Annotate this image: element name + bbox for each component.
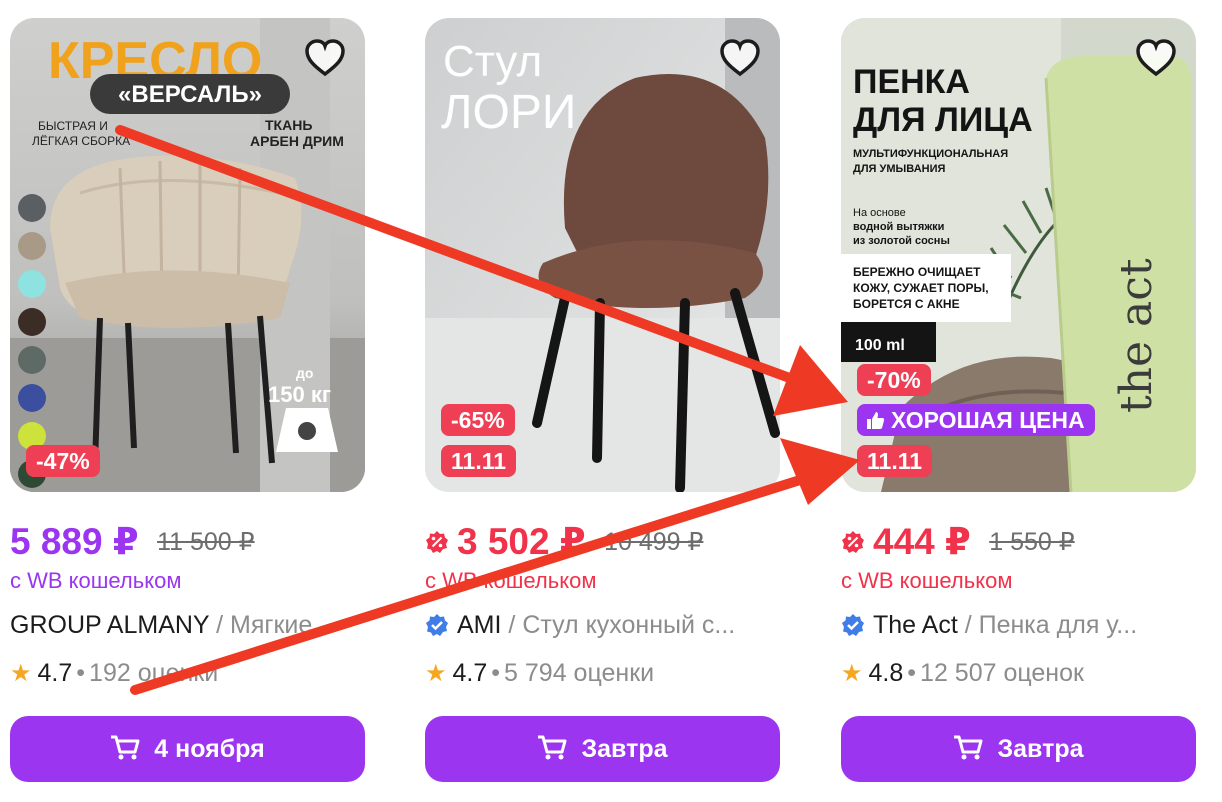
svg-text:МУЛЬТИФУНКЦИОНАЛЬНАЯ: МУЛЬТИФУНКЦИОНАЛЬНАЯ [853,148,1008,160]
discount-badge: -70% [857,364,931,396]
svg-text:ДЛЯ УМЫВАНИЯ: ДЛЯ УМЫВАНИЯ [853,163,945,175]
svg-text:БЕРЕЖНО ОЧИЩАЕТ: БЕРЕЖНО ОЧИЩАЕТ [853,265,981,279]
good-price-badge: ХОРОШАЯ ЦЕНА [857,404,1095,436]
svg-text:ТКАНЬ: ТКАНЬ [265,117,312,133]
svg-text:АРБЕН ДРИМ: АРБЕН ДРИМ [250,133,344,149]
title-separator: / [508,611,516,639]
product-card-1[interactable]: КРЕСЛО «ВЕРСАЛЬ» БЫСТРАЯ И ЛЁГКАЯ СБОРКА… [10,18,365,790]
product-title[interactable]: AMI / Стул кухонный с... [425,608,785,642]
delivery-date: 4 ноября [154,734,265,763]
discount-icon [842,530,864,553]
old-price: 1 550 ₽ [989,527,1075,556]
discount-badge: -65% [441,404,515,436]
discount-badge: -47% [26,445,100,477]
add-to-cart-button[interactable]: Завтра [425,716,780,782]
svg-text:ДЛЯ ЛИЦА: ДЛЯ ЛИЦА [853,101,1033,139]
svg-text:БЫСТРАЯ И: БЫСТРАЯ И [38,119,108,133]
color-swatch[interactable] [18,346,46,374]
current-price: 5 889 ₽ [10,521,139,562]
svg-text:КОЖУ, СУЖАЕТ ПОРЫ,: КОЖУ, СУЖАЕТ ПОРЫ, [853,281,989,295]
rating-row: ★ 4.7 • 5 794 оценки [425,656,654,691]
dot-separator: • [76,659,86,687]
rating-value: 4.7 [37,659,73,687]
current-price: 3 502 ₽ [457,521,586,562]
product-card-2[interactable]: Стул ЛОРИ -65% 11.11 3 502 ₽ 10 499 ₽ с … [425,18,780,790]
sale-event-badge: 11.11 [857,445,933,477]
dot-separator: • [907,659,917,687]
title-separator: / [964,611,972,639]
product-card-3[interactable]: the act ПЕНКА ДЛЯ ЛИЦА МУЛЬТИФУНКЦИОНАЛЬ… [841,18,1196,790]
add-to-cart-button[interactable]: Завтра [841,716,1196,782]
wallet-label: с WB кошельком [10,568,182,593]
armchair-photo: КРЕСЛО «ВЕРСАЛЬ» БЫСТРАЯ И ЛЁГКАЯ СБОРКА… [10,18,365,492]
svg-text:из золотой сосны: из золотой сосны [853,235,950,247]
sale-event-badge: 11.11 [441,445,517,477]
image-title-line2: ЛОРИ [441,86,576,139]
svg-text:100 ml: 100 ml [855,337,905,354]
reviews-count: 12 507 оценок [920,659,1084,687]
product-title[interactable]: GROUP ALMANY / Мягкие [10,608,370,642]
color-swatch[interactable] [18,232,46,260]
svg-text:до: до [296,365,313,381]
color-swatch[interactable] [18,384,46,412]
heart-outline-icon[interactable] [1134,38,1178,78]
reviews-count: 192 оценки [89,659,219,687]
heart-outline-icon[interactable] [718,38,762,78]
star-icon: ★ [425,660,447,687]
thumbs-up-icon [865,406,885,429]
tube-brand-text: the act [1111,258,1162,413]
svg-text:ЛЁГКАЯ СБОРКА: ЛЁГКАЯ СБОРКА [32,134,130,148]
reviews-count: 5 794 оценки [504,659,655,687]
discount-icon [426,530,448,553]
rating-row: ★ 4.8 • 12 507 оценок [841,656,1084,691]
color-swatch[interactable] [18,308,46,336]
svg-text:водной вытяжки: водной вытяжки [853,221,944,233]
product-image-3[interactable]: the act ПЕНКА ДЛЯ ЛИЦА МУЛЬТИФУНКЦИОНАЛЬ… [841,18,1196,492]
price-row: 3 502 ₽ 10 499 ₽ [425,520,780,566]
delivery-date: Завтра [581,734,668,763]
old-price: 10 499 ₽ [604,527,704,556]
product-image-2[interactable]: Стул ЛОРИ -65% 11.11 [425,18,780,492]
product-title[interactable]: The Act / Пенка для у... [841,608,1201,642]
cart-icon [538,735,567,759]
svg-text:БОРЕТСЯ С АКНЕ: БОРЕТСЯ С АКНЕ [853,297,960,311]
price-row: 5 889 ₽ 11 500 ₽ [10,520,365,566]
price-row: 444 ₽ 1 550 ₽ [841,520,1196,566]
svg-text:150 кг: 150 кг [268,382,331,407]
current-price: 444 ₽ [873,521,971,562]
svg-text:ПЕНКА: ПЕНКА [853,63,970,101]
brand-name: GROUP ALMANY [10,611,210,639]
rating-value: 4.8 [868,659,904,687]
star-icon: ★ [10,660,32,687]
star-icon: ★ [841,660,863,687]
wallet-label: с WB кошельком [425,568,597,593]
brand-name: The Act [873,611,958,639]
color-swatch[interactable] [18,194,46,222]
product-image-1[interactable]: КРЕСЛО «ВЕРСАЛЬ» БЫСТРАЯ И ЛЁГКАЯ СБОРКА… [10,18,365,492]
svg-text:На основе: На основе [853,207,906,219]
rating-row: ★ 4.7 • 192 оценки [10,656,218,691]
title-separator: / [216,611,224,639]
heart-outline-icon[interactable] [303,38,347,78]
verified-check-icon [842,614,864,636]
delivery-date: Завтра [997,734,1084,763]
good-price-label: ХОРОШАЯ ЦЕНА [891,407,1085,433]
dot-separator: • [491,659,501,687]
rating-value: 4.7 [452,659,488,687]
old-price: 11 500 ₽ [157,527,255,556]
verified-check-icon [426,614,448,636]
product-name: Мягкие [230,611,313,639]
image-title-line1: Стул [443,37,542,86]
brand-name: AMI [457,611,502,639]
add-to-cart-button[interactable]: 4 ноября [10,716,365,782]
svg-text:«ВЕРСАЛЬ»: «ВЕРСАЛЬ» [118,81,262,108]
cart-icon [954,735,983,759]
color-swatch[interactable] [18,270,46,298]
product-name: Стул кухонный с... [522,611,736,639]
cart-icon [111,735,140,759]
product-name: Пенка для у... [978,611,1138,639]
wallet-label: с WB кошельком [841,568,1013,593]
